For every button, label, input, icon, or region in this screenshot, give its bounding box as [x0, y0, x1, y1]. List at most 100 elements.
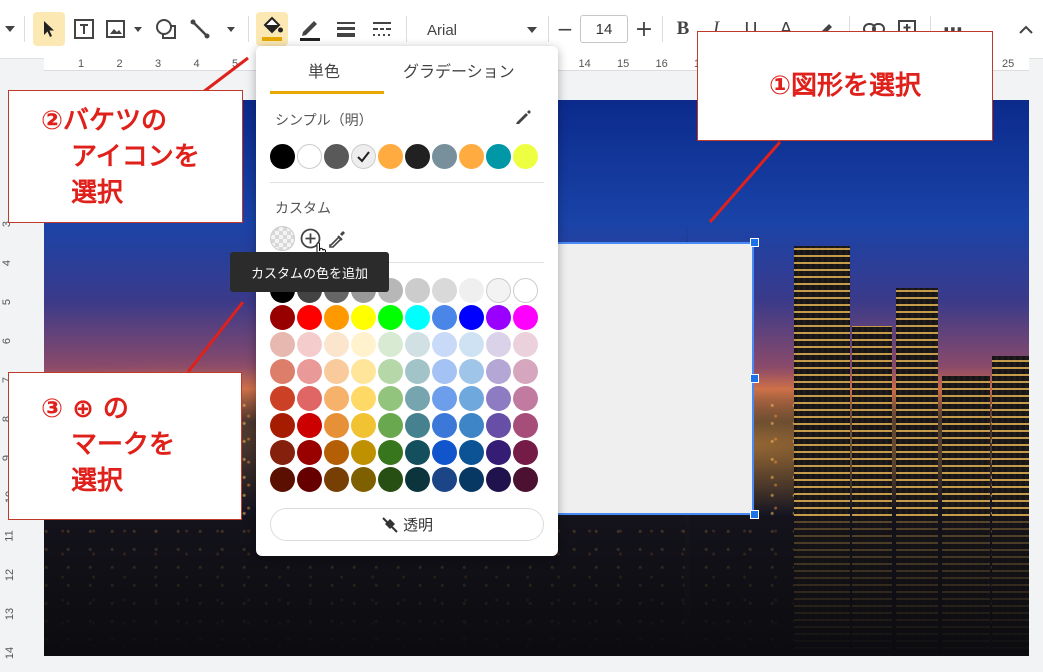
palette-color-swatch[interactable] — [324, 305, 349, 330]
select-tool-icon[interactable] — [33, 12, 65, 46]
bold-icon[interactable]: B — [670, 12, 696, 46]
palette-color-swatch[interactable] — [270, 467, 295, 492]
palette-color-swatch[interactable] — [270, 305, 295, 330]
palette-color-swatch[interactable] — [459, 413, 484, 438]
palette-color-swatch[interactable] — [486, 359, 511, 384]
palette-color-swatch[interactable] — [513, 440, 538, 465]
border-weight-icon[interactable] — [331, 12, 361, 46]
palette-color-swatch[interactable] — [270, 386, 295, 411]
palette-color-swatch[interactable] — [432, 467, 457, 492]
line-tool-icon[interactable] — [188, 12, 240, 46]
palette-color-swatch[interactable] — [378, 359, 403, 384]
palette-color-swatch[interactable] — [405, 386, 430, 411]
palette-color-swatch[interactable] — [378, 467, 403, 492]
tab-solid[interactable]: 単色 — [308, 58, 340, 82]
shape-icon[interactable] — [152, 12, 182, 46]
eyedropper-icon[interactable] — [328, 228, 348, 252]
palette-color-swatch[interactable] — [378, 305, 403, 330]
simple-color-swatch[interactable] — [405, 144, 430, 169]
resize-handle[interactable] — [750, 510, 759, 519]
selected-rectangle-shape[interactable] — [555, 242, 754, 515]
palette-color-swatch[interactable] — [432, 278, 457, 303]
palette-color-swatch[interactable] — [513, 413, 538, 438]
simple-color-swatch[interactable] — [297, 144, 322, 169]
palette-color-swatch[interactable] — [513, 332, 538, 357]
palette-color-swatch[interactable] — [486, 332, 511, 357]
decrease-font-size-button[interactable]: − — [552, 12, 578, 46]
palette-color-swatch[interactable] — [459, 359, 484, 384]
palette-color-swatch[interactable] — [486, 467, 511, 492]
palette-color-swatch[interactable] — [351, 305, 376, 330]
palette-color-swatch[interactable] — [432, 305, 457, 330]
palette-color-swatch[interactable] — [297, 359, 322, 384]
palette-color-swatch[interactable] — [378, 413, 403, 438]
palette-color-swatch[interactable] — [432, 332, 457, 357]
resize-handle[interactable] — [750, 238, 759, 247]
palette-color-swatch[interactable] — [270, 413, 295, 438]
palette-color-swatch[interactable] — [513, 359, 538, 384]
palette-color-swatch[interactable] — [513, 386, 538, 411]
simple-color-swatch[interactable] — [486, 144, 511, 169]
insert-image-icon[interactable] — [103, 12, 147, 46]
palette-color-swatch[interactable] — [486, 440, 511, 465]
palette-color-swatch[interactable] — [405, 467, 430, 492]
palette-color-swatch[interactable] — [297, 332, 322, 357]
palette-color-swatch[interactable] — [459, 278, 484, 303]
palette-color-swatch[interactable] — [405, 305, 430, 330]
palette-color-swatch[interactable] — [513, 278, 538, 303]
font-family-select[interactable]: Arial — [415, 16, 545, 44]
border-color-pencil-icon[interactable] — [294, 12, 326, 46]
palette-color-swatch[interactable] — [297, 386, 322, 411]
palette-color-swatch[interactable] — [486, 413, 511, 438]
palette-color-swatch[interactable] — [405, 413, 430, 438]
palette-color-swatch[interactable] — [351, 332, 376, 357]
palette-color-swatch[interactable] — [270, 359, 295, 384]
resize-handle[interactable] — [750, 374, 759, 383]
palette-color-swatch[interactable] — [351, 440, 376, 465]
palette-color-swatch[interactable] — [378, 332, 403, 357]
palette-color-swatch[interactable] — [459, 467, 484, 492]
palette-color-swatch[interactable] — [486, 386, 511, 411]
palette-color-swatch[interactable] — [351, 467, 376, 492]
palette-color-swatch[interactable] — [405, 359, 430, 384]
palette-color-swatch[interactable] — [297, 467, 322, 492]
palette-color-swatch[interactable] — [378, 440, 403, 465]
palette-color-swatch[interactable] — [486, 278, 511, 303]
tab-gradient[interactable]: グラデーション — [403, 58, 515, 82]
text-box-icon[interactable] — [69, 12, 99, 46]
palette-color-swatch[interactable] — [459, 305, 484, 330]
palette-color-swatch[interactable] — [459, 332, 484, 357]
palette-color-swatch[interactable] — [324, 440, 349, 465]
palette-color-swatch[interactable] — [378, 386, 403, 411]
palette-color-swatch[interactable] — [405, 332, 430, 357]
palette-color-swatch[interactable] — [405, 440, 430, 465]
palette-color-swatch[interactable] — [324, 413, 349, 438]
simple-color-swatch[interactable] — [432, 144, 457, 169]
palette-color-swatch[interactable] — [432, 386, 457, 411]
palette-color-swatch[interactable] — [324, 386, 349, 411]
palette-color-swatch[interactable] — [324, 332, 349, 357]
simple-color-swatch[interactable] — [324, 144, 349, 169]
palette-color-swatch[interactable] — [270, 332, 295, 357]
simple-color-swatch[interactable] — [270, 144, 295, 169]
palette-color-swatch[interactable] — [324, 467, 349, 492]
edit-theme-icon[interactable] — [514, 108, 532, 130]
transparent-button[interactable]: 透明 — [270, 508, 544, 541]
palette-color-swatch[interactable] — [405, 278, 430, 303]
palette-color-swatch[interactable] — [432, 440, 457, 465]
palette-color-swatch[interactable] — [351, 413, 376, 438]
border-dash-icon[interactable] — [366, 12, 398, 46]
simple-color-swatch[interactable] — [459, 144, 484, 169]
font-size-input[interactable]: 14 — [580, 15, 628, 43]
palette-color-swatch[interactable] — [270, 440, 295, 465]
palette-color-swatch[interactable] — [486, 305, 511, 330]
simple-color-swatch[interactable] — [513, 144, 538, 169]
palette-color-swatch[interactable] — [459, 386, 484, 411]
palette-color-swatch[interactable] — [351, 359, 376, 384]
palette-color-swatch[interactable] — [432, 359, 457, 384]
simple-color-swatch[interactable] — [378, 144, 403, 169]
palette-color-swatch[interactable] — [324, 359, 349, 384]
palette-color-swatch[interactable] — [513, 467, 538, 492]
palette-color-swatch[interactable] — [351, 386, 376, 411]
palette-color-swatch[interactable] — [432, 413, 457, 438]
